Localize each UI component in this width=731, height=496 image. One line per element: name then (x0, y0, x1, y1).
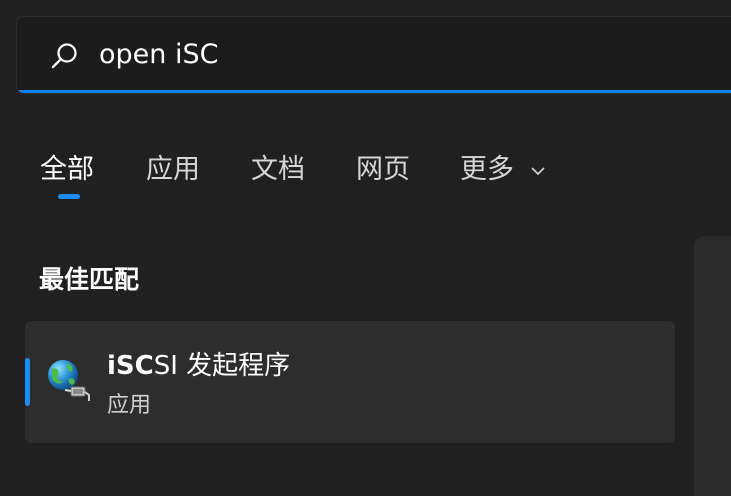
result-type: 应用 (107, 393, 152, 418)
tab-more-label: 更多 (460, 154, 514, 185)
tab-all[interactable]: 全部 (40, 147, 94, 186)
preview-pane (694, 236, 731, 496)
result-title: iSCSI 发起程序 (107, 345, 290, 382)
search-box[interactable] (16, 16, 731, 94)
search-input[interactable] (99, 34, 699, 74)
selection-accent (25, 358, 30, 406)
tab-web[interactable]: 网页 (356, 147, 410, 186)
tab-documents[interactable]: 文档 (251, 147, 305, 186)
tab-apps[interactable]: 应用 (146, 147, 200, 186)
search-icon (51, 43, 77, 69)
section-title-best-match: 最佳匹配 (39, 265, 140, 294)
network-globe-icon (48, 360, 90, 401)
result-title-match: iSC (107, 351, 154, 381)
filter-tabs: 全部 应用 文档 网页 更多 (0, 140, 731, 200)
best-match-result[interactable]: iSCSI 发起程序 应用 (25, 321, 675, 443)
search-focus-underline (17, 90, 731, 93)
result-title-rest: SI 发起程序 (153, 351, 291, 381)
active-tab-indicator (58, 194, 80, 199)
chevron-down-icon (531, 166, 545, 175)
tab-more[interactable]: 更多 (460, 147, 545, 186)
